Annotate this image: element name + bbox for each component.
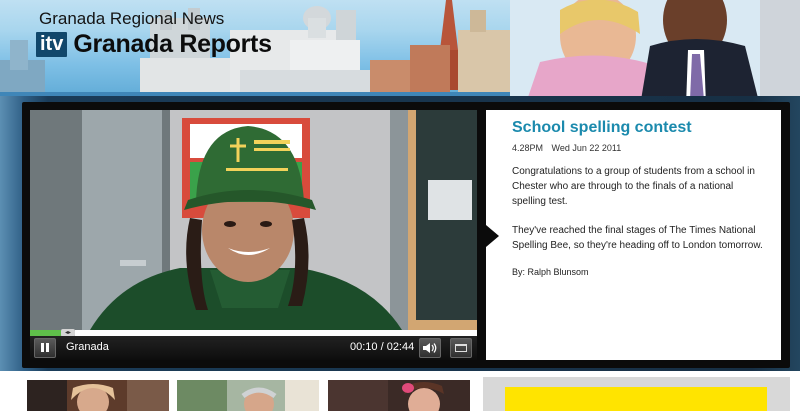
pause-icon [40,339,50,357]
related-video-thumbnail[interactable] [27,380,169,411]
thumbnail-image [27,380,169,411]
fullscreen-icon [455,344,467,352]
video-frame[interactable] [30,110,477,330]
related-video-thumbnail[interactable] [328,380,470,411]
article-paragraph: They've reached the final stages of The … [512,225,763,251]
promo-banner[interactable] [505,387,767,411]
article-title[interactable]: School spelling contest [512,119,769,137]
volume-icon [423,343,437,353]
playback-time: 00:10 / 02:44 [350,341,415,353]
article-meta: 4.28PM Wed Jun 22 2011 [512,143,769,153]
player-controls: Granada 00:10 / 02:44 [30,336,477,360]
article-byline: By: Ralph Blunsom [512,267,589,277]
site-header: Granada Regional News itv Granada Report… [0,0,800,106]
article-paragraph: Congratulations to a group of students f… [512,166,755,207]
region-name: Granada Regional News [39,9,225,28]
article-time: 4.28PM [512,143,544,153]
video-still [30,110,477,330]
article-card: School spelling contest 4.28PM Wed Jun 2… [486,110,781,360]
site-title: Granada Reports [73,30,272,58]
itv-logo: itv [36,32,68,57]
related-video-thumbnail[interactable] [177,380,319,411]
fullscreen-button[interactable] [450,338,472,358]
brand[interactable]: itv Granada Reports [36,30,272,59]
article-date: Wed Jun 22 2011 [551,143,622,153]
volume-button[interactable] [419,338,441,358]
channel-label: Granada [66,341,109,353]
pause-button[interactable] [34,338,56,358]
promo-box[interactable] [483,377,790,411]
thumbnail-image [328,380,470,411]
thumbnail-image [177,380,319,411]
card-pointer [486,225,499,247]
